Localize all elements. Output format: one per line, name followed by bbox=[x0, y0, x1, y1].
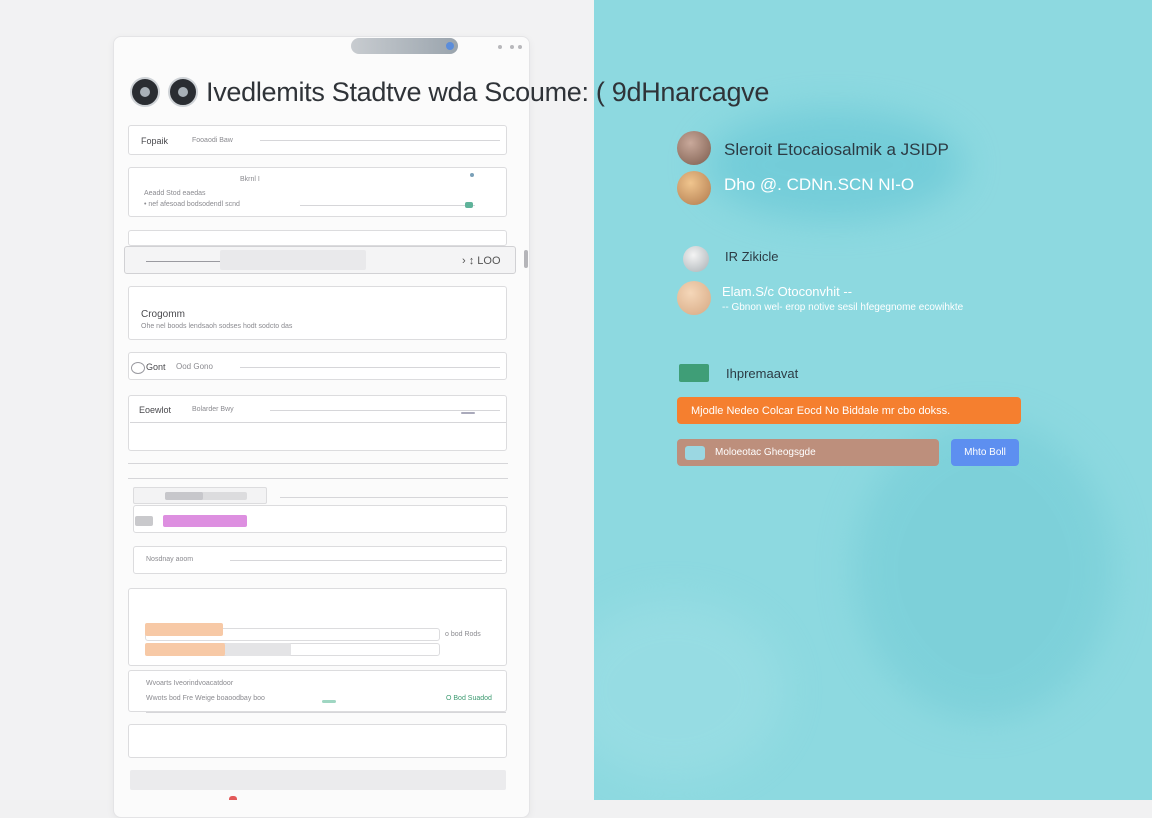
row1-divider bbox=[260, 140, 500, 141]
person-desc: -- Gbnon wel- erop notive sesil hfegegno… bbox=[722, 302, 964, 313]
tab-status-icon bbox=[446, 42, 454, 50]
window-dot-icon[interactable] bbox=[510, 45, 514, 49]
row6-divider bbox=[270, 410, 500, 411]
avatar[interactable] bbox=[683, 246, 709, 272]
section-divider-1 bbox=[128, 463, 508, 464]
row11-divider bbox=[146, 712, 506, 713]
row2-line2: • nef afesoad bodsodendl scnd bbox=[144, 201, 240, 208]
row2-label: Bkrnl I bbox=[240, 176, 260, 183]
row4-title: Crogomm bbox=[141, 309, 185, 320]
row9-line1: Wvoarts Iveorindvoacatdoor bbox=[146, 680, 234, 687]
contact-info: Dho @. CDNn.SCN NI-O bbox=[724, 175, 915, 194]
row10-input-b-fill2 bbox=[225, 643, 291, 656]
logo-secondary-icon bbox=[168, 77, 198, 107]
text-field[interactable]: Moloeotac Gheogsgde bbox=[677, 439, 939, 466]
scroll-handle[interactable] bbox=[524, 250, 528, 268]
row7-label: Nosdnay aoom bbox=[146, 556, 194, 563]
row6-value: Bolarder Bwy bbox=[192, 406, 234, 413]
row6-indicator bbox=[461, 412, 475, 414]
row4-desc: Ohe nel boods lendsaoh sodses hodt sodct… bbox=[141, 323, 293, 330]
form-row-3[interactable] bbox=[128, 230, 507, 246]
field-text: Moloeotac Gheogsgde bbox=[715, 447, 816, 458]
row7-progress-fill bbox=[165, 492, 203, 500]
bottom-bar bbox=[130, 770, 506, 790]
logo-icon bbox=[130, 77, 160, 107]
row9-badge: O Bod Suadod bbox=[446, 695, 492, 702]
bottom-dot-icon bbox=[229, 796, 237, 800]
row10-input-a-fill bbox=[145, 623, 223, 636]
row5-value: Ood Gono bbox=[176, 362, 213, 371]
row2-slider[interactable] bbox=[300, 205, 475, 206]
row8-label: o bod Rods bbox=[445, 631, 481, 638]
field-chip-icon bbox=[685, 445, 705, 460]
contact-name: Sleroit Etocaiosalmik a JSIDP bbox=[724, 140, 949, 159]
row5-divider bbox=[240, 367, 500, 368]
submit-button[interactable]: Mhto Boll bbox=[951, 439, 1019, 466]
row10-input-b-fill bbox=[145, 643, 225, 656]
page-title: Ivedlemits Stadtve wda Scoume: ( 9dHnarc… bbox=[206, 76, 770, 107]
form-row-12[interactable] bbox=[128, 724, 507, 758]
form-row-6[interactable] bbox=[128, 395, 507, 451]
person-name: Elam.S/c Otoconvhit -- bbox=[722, 284, 853, 299]
primary-action-button[interactable]: Mjodle Nedeo Colcar Eocd No Biddale mr c… bbox=[677, 397, 1021, 424]
avatar[interactable] bbox=[677, 131, 711, 165]
form-row-11[interactable] bbox=[128, 670, 507, 712]
row2-slider-knob[interactable] bbox=[465, 202, 473, 208]
row1-value: Fooaodi Baw bbox=[192, 137, 233, 144]
row6-inner-divider bbox=[130, 422, 506, 423]
row8-chip bbox=[135, 516, 153, 526]
row9-divider bbox=[230, 560, 502, 561]
row1-label: Fopaik bbox=[141, 136, 169, 146]
section-icon bbox=[679, 364, 709, 382]
panel-cloud-3 bbox=[594, 600, 784, 780]
radio-icon[interactable] bbox=[131, 362, 145, 374]
avatar[interactable] bbox=[677, 171, 711, 205]
window-dot-icon[interactable] bbox=[498, 45, 502, 49]
avatar[interactable] bbox=[677, 281, 711, 315]
row2-line1: Aeadd Stod eaedas bbox=[144, 190, 206, 197]
row2-indicator bbox=[470, 173, 474, 177]
row8-highlight bbox=[163, 515, 247, 527]
tab-pill[interactable] bbox=[351, 38, 458, 54]
window-dot-icon[interactable] bbox=[518, 45, 522, 49]
section-label: IR Zikicle bbox=[725, 249, 779, 264]
row9-line2: Wwots bod Fre Weige boaoodbay boo bbox=[146, 695, 265, 702]
section-divider-2 bbox=[128, 478, 508, 479]
section2-label: Ihpremaavat bbox=[726, 366, 799, 381]
row11-status-icon bbox=[322, 700, 336, 703]
active-input-line bbox=[146, 261, 220, 262]
row3-value: › ↕ LOO bbox=[462, 255, 501, 267]
row7-divider bbox=[280, 497, 508, 498]
active-input-fill bbox=[220, 250, 366, 270]
title-row: Ivedlemits Stadtve wda Scoume: ( 9dHnarc… bbox=[130, 74, 769, 110]
row5-label: Gont bbox=[146, 362, 166, 372]
panel-cloud-1 bbox=[704, 110, 964, 220]
row6-label: Eoewlot bbox=[139, 405, 172, 415]
